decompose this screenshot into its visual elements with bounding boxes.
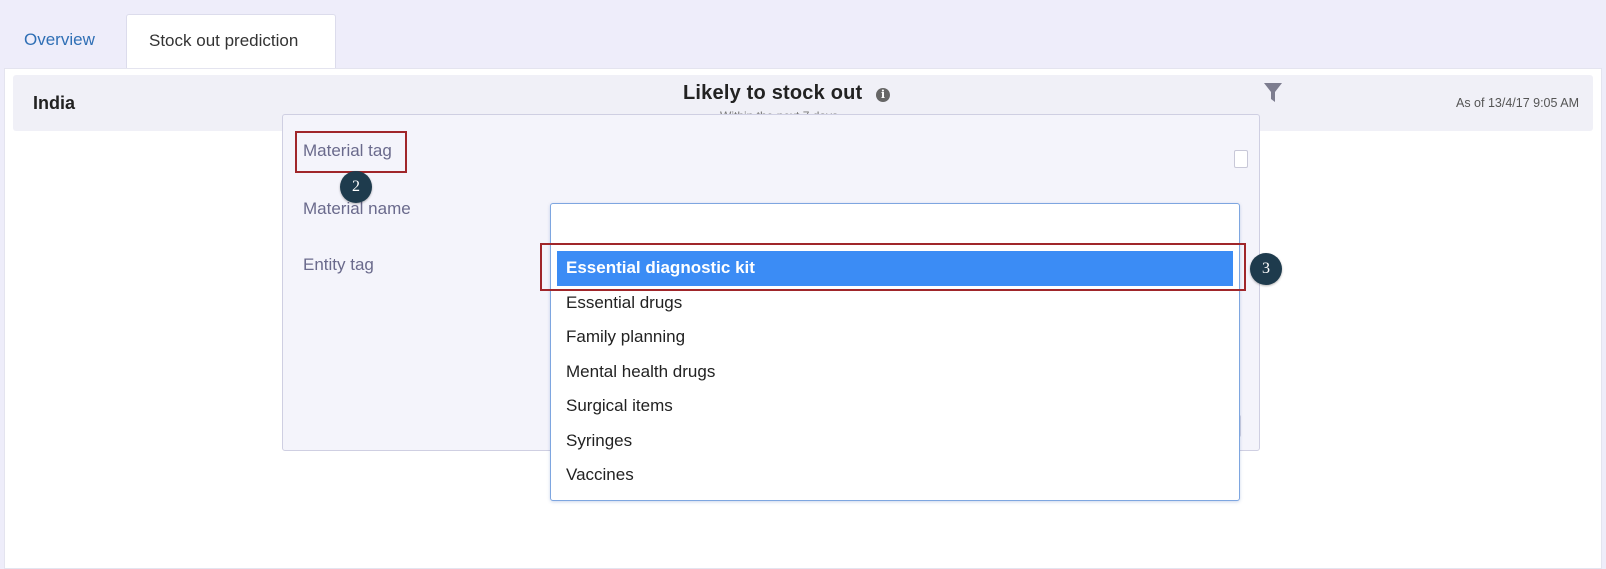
option-mental-health-drugs[interactable]: Mental health drugs — [551, 355, 1239, 390]
entity-tag-label: Entity tag — [303, 255, 374, 274]
widget-title: Likely to stock out — [683, 82, 863, 104]
step-callout-3: 3 — [1250, 253, 1282, 285]
tab-stock-out-prediction[interactable]: Stock out prediction — [126, 14, 336, 69]
side-toggle-icon[interactable] — [1234, 150, 1248, 168]
option-surgical-items[interactable]: Surgical items — [551, 389, 1239, 424]
option-syringes[interactable]: Syringes — [551, 424, 1239, 459]
tab-bar: Overview Stock out prediction — [0, 0, 1606, 69]
tab-overview[interactable]: Overview — [24, 14, 95, 69]
step-callout-2: 2 — [340, 171, 372, 203]
option-vaccines[interactable]: Vaccines — [551, 458, 1239, 493]
label-highlight-box — [295, 131, 407, 173]
filter-icon[interactable] — [1263, 82, 1283, 109]
material-tag-search-input[interactable] — [551, 204, 1239, 244]
info-icon[interactable]: i — [876, 88, 890, 102]
location-title: India — [33, 93, 76, 113]
option-family-planning[interactable]: Family planning — [551, 320, 1239, 355]
as-of-timestamp: As of 13/4/17 9:05 AM — [1456, 96, 1579, 110]
option-highlight-box — [540, 243, 1246, 291]
